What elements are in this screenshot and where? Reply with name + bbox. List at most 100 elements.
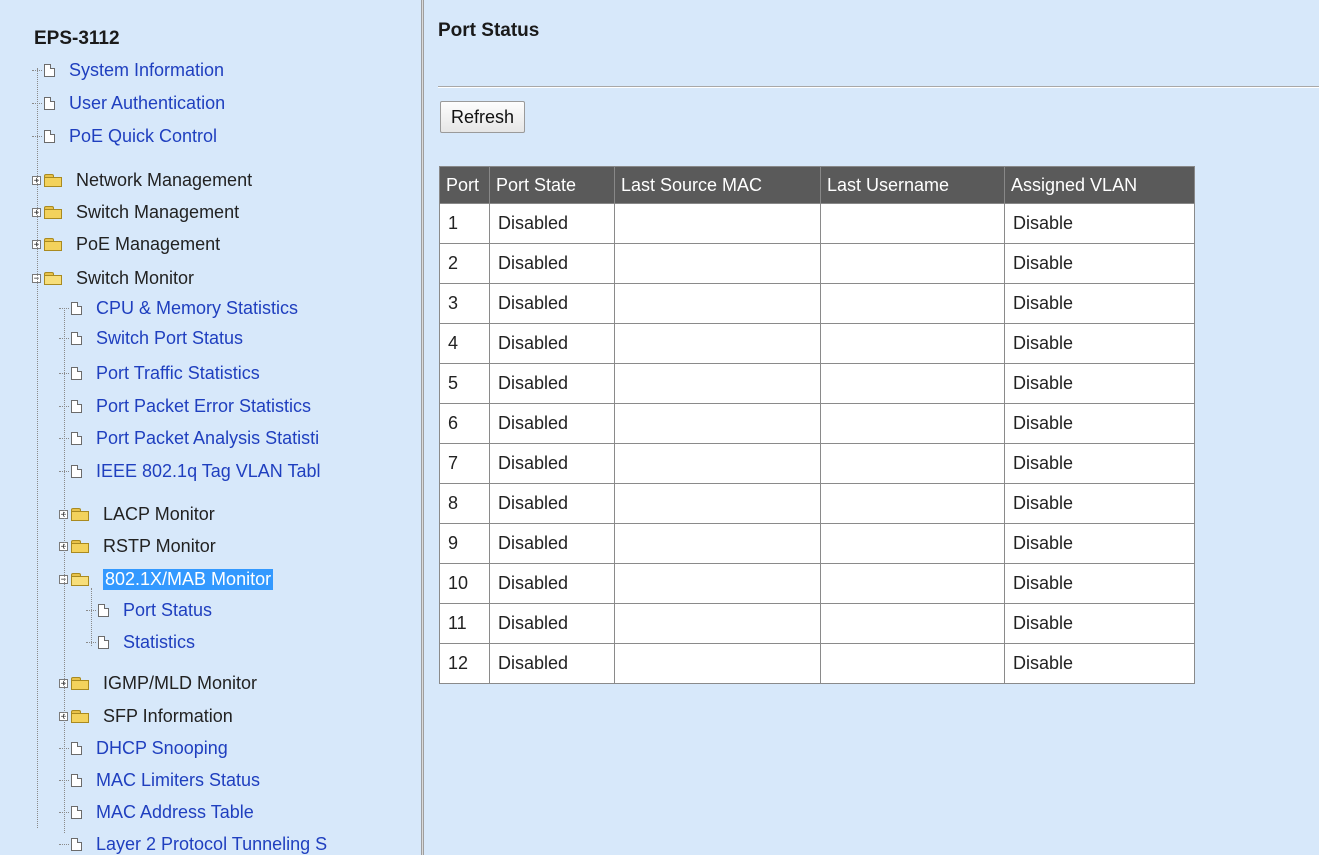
cell-assigned-vlan: Disable [1004, 563, 1195, 604]
sidebar-item-lacp-monitor[interactable]: + LACP Monitor [59, 501, 215, 527]
cell-port: 12 [439, 643, 490, 684]
cell-last-username [820, 483, 1005, 524]
sidebar-item-label: SFP Information [103, 705, 233, 726]
folder-icon [71, 507, 89, 521]
cell-last-source-mac [614, 603, 821, 644]
sidebar-item-label: RSTP Monitor [103, 535, 216, 556]
tree-connector [59, 843, 69, 845]
cell-last-username [820, 323, 1005, 364]
document-icon [71, 431, 82, 445]
sidebar-item-layer-2-protocol-tunneling-s[interactable]: Layer 2 Protocol Tunneling S [59, 831, 327, 855]
sidebar-item-port-traffic-statistics[interactable]: Port Traffic Statistics [59, 360, 260, 386]
column-header-port-state: Port State [489, 166, 615, 204]
sidebar-item-network-management[interactable]: + Network Management [32, 167, 252, 193]
sidebar-item-port-packet-error-statistics[interactable]: Port Packet Error Statistics [59, 393, 311, 419]
cell-port-state: Disabled [489, 403, 615, 444]
cell-last-source-mac [614, 643, 821, 684]
refresh-button[interactable]: Refresh [440, 101, 526, 133]
column-header-assigned-vlan: Assigned VLAN [1004, 166, 1195, 204]
folder-icon [71, 676, 89, 690]
cell-assigned-vlan: Disable [1004, 643, 1195, 684]
sidebar-item-label: Port Packet Analysis Statisti [96, 427, 320, 448]
cell-port-state: Disabled [489, 563, 615, 604]
document-icon [71, 399, 82, 413]
sidebar-item-label: CPU & Memory Statistics [96, 297, 299, 318]
cell-last-username [820, 283, 1005, 324]
folder-icon [44, 237, 62, 251]
cell-port: 2 [439, 243, 490, 284]
sidebar-item-poe-quick-control[interactable]: PoE Quick Control [32, 123, 217, 149]
table-row: 4 Disabled Disable [439, 323, 1195, 364]
sidebar-item-port-status[interactable]: Port Status [86, 597, 212, 623]
sidebar-item-mac-limiters-status[interactable]: MAC Limiters Status [59, 767, 260, 793]
sidebar-item-label: Network Management [76, 169, 253, 190]
sidebar-item-label: DHCP Snooping [96, 737, 228, 758]
cell-port: 8 [439, 483, 490, 524]
document-icon [71, 805, 82, 819]
cell-last-source-mac [614, 523, 821, 564]
cell-last-source-mac [614, 403, 821, 444]
folder-open-icon [44, 271, 62, 285]
port-status-table: Port Port State Last Source MAC Last Use… [439, 166, 1195, 684]
sidebar-item-label: IGMP/MLD Monitor [103, 672, 258, 693]
cell-port-state: Disabled [489, 603, 615, 644]
folder-icon [71, 539, 89, 553]
cell-port-state: Disabled [489, 363, 615, 404]
sidebar-item-label: Port Traffic Statistics [96, 362, 260, 383]
cell-last-username [820, 363, 1005, 404]
navigation-sidebar: EPS-3112 System Information User Authenti… [24, 8, 418, 855]
cell-last-source-mac [614, 243, 821, 284]
cell-port: 1 [439, 203, 490, 244]
folder-icon [71, 709, 89, 723]
cell-last-username [820, 203, 1005, 244]
cell-port-state: Disabled [489, 443, 615, 484]
cell-port: 10 [439, 563, 490, 604]
sidebar-item-label: PoE Management [76, 233, 221, 254]
table-row: 6 Disabled Disable [439, 403, 1195, 444]
cell-port-state: Disabled [489, 203, 615, 244]
document-icon [44, 129, 55, 143]
cell-assigned-vlan: Disable [1004, 283, 1195, 324]
cell-port: 7 [439, 443, 490, 484]
document-icon [71, 773, 82, 787]
cell-port-state: Disabled [489, 243, 615, 284]
cell-port: 4 [439, 323, 490, 364]
sidebar-item-switch-port-status[interactable]: Switch Port Status [59, 325, 243, 351]
sidebar-item-mac-address-table[interactable]: MAC Address Table [59, 799, 254, 825]
sidebar-item-port-packet-analysis-statisti[interactable]: Port Packet Analysis Statisti [59, 425, 319, 451]
cell-port: 5 [439, 363, 490, 404]
cell-port-state: Disabled [489, 483, 615, 524]
sidebar-item-statistics[interactable]: Statistics [86, 629, 195, 655]
table-row: 11 Disabled Disable [439, 603, 1195, 644]
sidebar-item-label: PoE Quick Control [69, 125, 218, 146]
sidebar-item-cpu-memory-statistics[interactable]: CPU & Memory Statistics [59, 295, 298, 321]
sidebar-item-switch-monitor[interactable]: − Switch Monitor [32, 265, 194, 291]
sidebar-item-label: Switch Management [76, 201, 240, 222]
page-title: Port Status [438, 20, 540, 41]
cell-last-username [820, 523, 1005, 564]
sidebar-item-dhcp-snooping[interactable]: DHCP Snooping [59, 735, 228, 761]
table-row: 5 Disabled Disable [439, 363, 1195, 404]
sidebar-item-label: 802.1X/MAB Monitor [103, 568, 274, 590]
cell-port: 6 [439, 403, 490, 444]
sidebar-item-system-information[interactable]: System Information [32, 57, 224, 83]
sidebar-item-switch-management[interactable]: + Switch Management [32, 199, 239, 225]
cell-last-source-mac [614, 203, 821, 244]
sidebar-item-ieee-802-1q-tag-vlan-tabl[interactable]: IEEE 802.1q Tag VLAN Tabl [59, 458, 321, 484]
cell-port: 3 [439, 283, 490, 324]
document-icon [98, 603, 109, 617]
sidebar-item-label: Port Packet Error Statistics [96, 395, 312, 416]
navigation-tree: System Information User Authentication PoE… [24, 8, 418, 855]
sidebar-item-sfp-information[interactable]: + SFP Information [59, 703, 233, 729]
cell-assigned-vlan: Disable [1004, 523, 1195, 564]
sidebar-item-user-authentication[interactable]: User Authentication [32, 90, 225, 116]
table-row: 12 Disabled Disable [439, 643, 1195, 684]
column-header-last-source-mac: Last Source MAC [614, 166, 821, 204]
sidebar-item-rstp-monitor[interactable]: + RSTP Monitor [59, 533, 216, 559]
cell-last-username [820, 243, 1005, 284]
cell-last-source-mac [614, 483, 821, 524]
folder-icon [44, 173, 62, 187]
sidebar-item-poe-management[interactable]: + PoE Management [32, 231, 220, 257]
document-icon [44, 96, 55, 110]
sidebar-item-igmp-mld-monitor[interactable]: + IGMP/MLD Monitor [59, 670, 257, 696]
